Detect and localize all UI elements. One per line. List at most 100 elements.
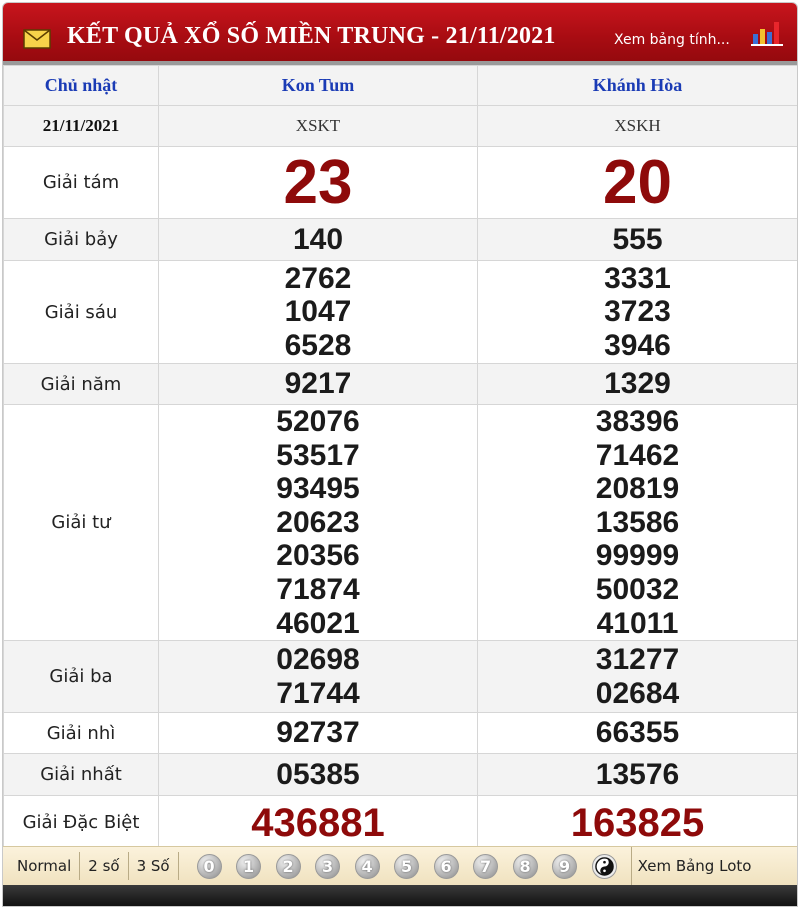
results-header: KẾT QUẢ XỔ SỐ MIỀN TRUNG - 21/11/2021 Xe… xyxy=(3,3,797,65)
page-title: KẾT QUẢ XỔ SỐ MIỀN TRUNG - 21/11/2021 xyxy=(67,23,556,49)
prize-number: 50032 xyxy=(595,572,680,606)
draw-date: 21/11/2021 xyxy=(3,105,159,147)
bottom-bar xyxy=(3,885,797,906)
prize-number: 3946 xyxy=(604,328,671,362)
yin-yang-icon[interactable] xyxy=(591,853,617,879)
province-link-kon-tum[interactable]: Kon Tum xyxy=(158,65,478,106)
prize-number: 13586 xyxy=(595,505,680,539)
special-prize-number: 163825 xyxy=(570,800,705,845)
province-code: XSKT xyxy=(158,105,478,147)
prize-label: Giải năm xyxy=(3,363,159,405)
prize-label: Giải nhất xyxy=(3,753,159,797)
prize-label: Giải tư xyxy=(3,403,159,642)
prize-cell: 9217 xyxy=(158,363,478,405)
prize-cell: 1329 xyxy=(477,363,797,405)
prize-cell: 31277 02684 xyxy=(477,640,797,714)
prize-number: 20 xyxy=(603,147,672,217)
day-name: Chủ nhật xyxy=(3,65,159,106)
prize-number: 41011 xyxy=(596,606,679,640)
prize-label: Giải nhì xyxy=(3,712,159,755)
prize-number: 3723 xyxy=(604,295,671,329)
prize-number: 53517 xyxy=(276,438,360,472)
prize-cell: 163825 xyxy=(477,795,797,851)
province-code: XSKH xyxy=(477,105,797,147)
prize-cell: 555 xyxy=(477,218,797,261)
prize-number: 71462 xyxy=(595,438,680,472)
prize-number: 52076 xyxy=(276,405,360,438)
digit-filter-3[interactable]: 3 xyxy=(315,853,341,879)
digit-filter-4[interactable]: 4 xyxy=(354,853,380,879)
prize-number: 02684 xyxy=(595,676,680,710)
digit-filter-2[interactable]: 2 xyxy=(275,853,301,879)
results-table: Chủ nhật Kon Tum Khánh Hòa 21/11/2021 XS… xyxy=(3,65,797,851)
prize-cell: 38396 71462 20819 13586 99999 50032 4101… xyxy=(477,403,797,642)
display-toolbar: Normal 2 số 3 Số 0 1 2 3 4 5 6 7 8 9 Xem… xyxy=(3,846,797,886)
prize-row-g8: Giải tám 23 20 xyxy=(3,146,797,219)
prize-cell: 436881 xyxy=(158,795,478,851)
prize-number: 93495 xyxy=(276,472,360,506)
digit-filter-6[interactable]: 6 xyxy=(433,853,459,879)
mode-normal-button[interactable]: Normal xyxy=(3,852,81,880)
prize-number: 13576 xyxy=(595,757,680,791)
prize-number: 31277 xyxy=(595,643,680,677)
digit-filter-9[interactable]: 9 xyxy=(552,853,578,879)
prize-number: 02698 xyxy=(276,643,360,677)
prize-cell: 2762 1047 6528 xyxy=(158,260,478,364)
prize-cell: 05385 xyxy=(158,753,478,797)
prize-row-g3: Giải ba 02698 71744 31277 02684 xyxy=(3,640,797,714)
digit-filter-group: 0 1 2 3 4 5 6 7 8 9 xyxy=(179,846,632,886)
prize-label: Giải bảy xyxy=(3,218,159,261)
view-loto-link[interactable]: Xem Bảng Loto xyxy=(632,857,752,875)
prize-label: Giải sáu xyxy=(3,260,159,364)
prize-row-g4: Giải tư 52076 53517 93495 20623 20356 71… xyxy=(3,403,797,642)
prize-cell: 140 xyxy=(158,218,478,261)
prize-cell: 20 xyxy=(477,146,797,219)
prize-number: 2762 xyxy=(284,261,352,295)
prize-number: 20623 xyxy=(276,505,360,539)
province-link-khanh-hoa[interactable]: Khánh Hòa xyxy=(477,65,797,106)
prize-number: 71744 xyxy=(276,676,360,710)
special-prize-number: 436881 xyxy=(251,800,385,845)
results-widget: KẾT QUẢ XỔ SỐ MIỀN TRUNG - 21/11/2021 Xe… xyxy=(2,2,798,907)
prize-row-g7: Giải bảy 140 555 xyxy=(3,218,797,261)
mode-3-digit-button[interactable]: 3 Số xyxy=(129,852,179,880)
prize-number: 92737 xyxy=(276,716,360,750)
prize-number: 555 xyxy=(612,222,663,256)
prize-row-g1: Giải nhất 05385 13576 xyxy=(3,753,797,797)
prize-row-g6: Giải sáu 2762 1047 6528 3331 3723 3946 xyxy=(3,260,797,364)
prize-number: 99999 xyxy=(595,539,680,573)
digit-filter-8[interactable]: 8 xyxy=(512,853,538,879)
prize-number: 1047 xyxy=(284,295,352,329)
prize-row-g5: Giải năm 9217 1329 xyxy=(3,363,797,405)
prize-number: 23 xyxy=(283,147,353,217)
prize-row-g2: Giải nhì 92737 66355 xyxy=(3,712,797,755)
prize-number: 71874 xyxy=(276,572,360,606)
prize-cell: 13576 xyxy=(477,753,797,797)
digit-filter-1[interactable]: 1 xyxy=(236,853,262,879)
prize-number: 46021 xyxy=(276,606,360,640)
prize-number: 38396 xyxy=(595,405,680,438)
envelope-icon xyxy=(23,29,51,49)
digit-filter-0[interactable]: 0 xyxy=(196,853,222,879)
prize-number: 20819 xyxy=(595,472,680,506)
prize-cell: 52076 53517 93495 20623 20356 71874 4602… xyxy=(158,403,478,642)
prize-number: 9217 xyxy=(284,367,352,401)
prize-number: 20356 xyxy=(276,539,360,573)
prize-label: Giải tám xyxy=(3,146,159,219)
date-row: 21/11/2021 XSKT XSKH xyxy=(3,105,797,147)
prize-label: Giải Đặc Biệt xyxy=(3,795,159,851)
prize-label: Giải ba xyxy=(3,640,159,714)
mode-2-digit-button[interactable]: 2 số xyxy=(80,852,129,880)
prize-number: 3331 xyxy=(604,261,671,295)
prize-row-special: Giải Đặc Biệt 436881 163825 xyxy=(3,795,797,851)
prize-number: 05385 xyxy=(276,757,360,791)
digit-filter-5[interactable]: 5 xyxy=(394,853,420,879)
view-table-link[interactable]: Xem bảng tính... xyxy=(614,32,730,48)
bar-chart-icon[interactable] xyxy=(751,20,783,46)
prize-cell: 3331 3723 3946 xyxy=(477,260,797,364)
digit-filter-7[interactable]: 7 xyxy=(473,853,499,879)
prize-number: 6528 xyxy=(284,328,352,362)
prize-cell: 02698 71744 xyxy=(158,640,478,714)
prize-cell: 23 xyxy=(158,146,478,219)
prize-number: 1329 xyxy=(604,367,671,401)
